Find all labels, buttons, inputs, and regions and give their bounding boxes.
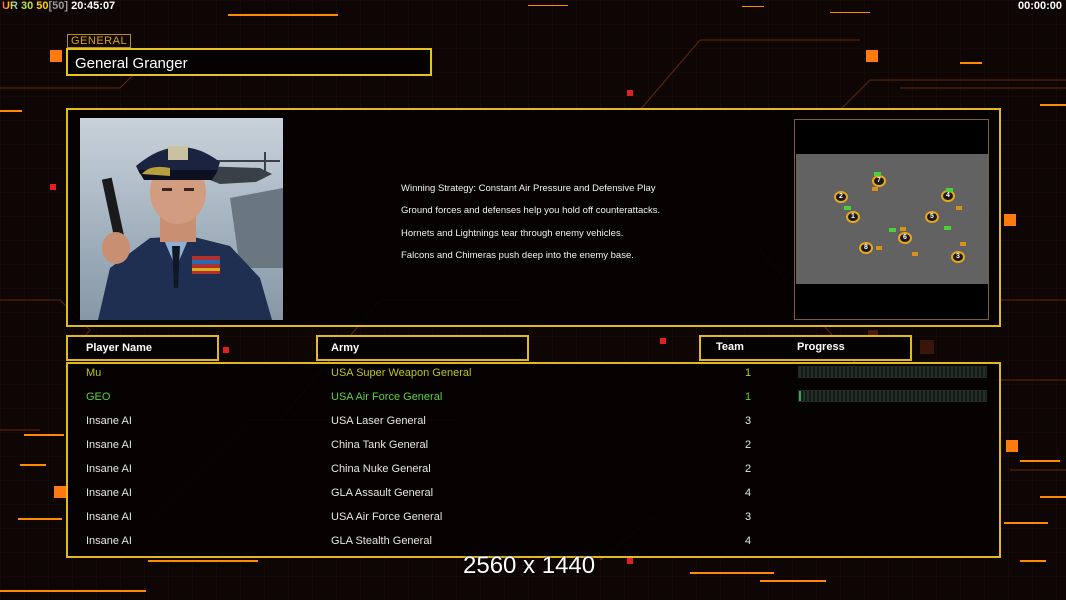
strategy-line: Falcons and Chimeras push deep into the … — [401, 249, 634, 261]
team-cell: 4 — [745, 535, 752, 547]
strategy-text: Winning Strategy: Constant Air Pressure … — [401, 178, 660, 267]
unit-marker — [900, 227, 906, 231]
spawn-marker[interactable]: 8 — [859, 242, 873, 254]
progress-bar — [798, 366, 987, 378]
army-cell: USA Air Force General — [331, 391, 443, 403]
general-tag-label: GENERAL — [67, 34, 132, 48]
player-name-cell: Insane AI — [86, 439, 132, 451]
unit-marker — [874, 172, 881, 176]
unit-marker — [960, 242, 966, 246]
army-cell: GLA Assault General — [331, 487, 434, 499]
spawn-marker[interactable]: 3 — [951, 251, 965, 263]
player-name-cell: Insane AI — [86, 487, 132, 499]
spawn-marker[interactable]: 6 — [898, 232, 912, 244]
status-bar: UR 30 50[50] 20:45:07 — [2, 0, 115, 13]
table-row[interactable]: Insane AI China Nuke General 2 — [0, 457, 1066, 481]
player-name-cell: Insane AI — [86, 535, 132, 547]
unit-marker — [912, 252, 918, 256]
column-header-progress-label: Progress — [797, 341, 845, 353]
table-row[interactable]: Mu USA Super Weapon General 1 — [0, 361, 1066, 385]
spawn-marker[interactable]: 1 — [846, 211, 860, 223]
army-cell: USA Air Force General — [331, 511, 443, 523]
spawn-marker[interactable]: 2 — [834, 191, 848, 203]
player-name-cell: Insane AI — [86, 463, 132, 475]
unit-marker — [872, 187, 878, 191]
strategy-line: Hornets and Lightnings tear through enem… — [401, 227, 624, 239]
unit-marker — [946, 188, 953, 192]
team-cell: 2 — [745, 463, 752, 475]
status-value-1: 30 — [20, 0, 34, 12]
table-row[interactable]: Insane AI USA Laser General 3 — [0, 409, 1066, 433]
team-cell: 2 — [745, 439, 752, 451]
progress-bar-fill — [799, 391, 801, 401]
strategy-line: Winning Strategy: Constant Air Pressure … — [401, 183, 656, 194]
ur-label: UR — [2, 0, 18, 12]
unit-marker — [889, 228, 896, 232]
column-header-player-label: Player Name — [86, 342, 153, 354]
player-name-cell: Insane AI — [86, 511, 132, 523]
player-name-cell: Mu — [86, 367, 102, 379]
unit-marker — [944, 226, 951, 230]
general-portrait-image — [80, 118, 283, 320]
column-header-army-label: Army — [331, 342, 360, 354]
resolution-label: 2560 x 1440 — [463, 552, 596, 579]
status-value-2: 50 — [36, 0, 49, 12]
column-header-team-progress: Team Progress — [699, 335, 912, 361]
table-row[interactable]: Insane AI GLA Stealth General 4 — [0, 529, 1066, 553]
unit-marker — [956, 206, 962, 210]
team-cell: 1 — [745, 367, 752, 379]
army-cell: USA Laser General — [331, 415, 426, 427]
table-row[interactable]: Insane AI USA Air Force General 3 — [0, 505, 1066, 529]
army-cell: China Tank General — [331, 439, 429, 451]
status-value-3: [50] — [48, 0, 69, 12]
spawn-marker[interactable]: 7 — [872, 175, 886, 187]
table-row[interactable]: Insane AI GLA Assault General 4 — [0, 481, 1066, 505]
strategy-line: Ground forces and defenses help you hold… — [401, 205, 661, 217]
column-header-army: Army — [316, 335, 529, 361]
game-timer: 00:00:00 — [1017, 0, 1062, 12]
army-cell: USA Super Weapon General — [331, 367, 472, 379]
player-name-cell: GEO — [86, 391, 111, 403]
team-cell: 3 — [745, 511, 752, 523]
unit-marker — [844, 206, 851, 210]
minimap-preview: 7 2 4 1 5 6 8 3 — [796, 154, 988, 284]
clock-label: 20:45:07 — [71, 0, 116, 12]
team-cell: 4 — [745, 487, 752, 499]
army-cell: China Nuke General — [331, 463, 431, 475]
spawn-marker[interactable]: 5 — [925, 211, 939, 223]
general-name-title: General Granger — [66, 48, 432, 76]
column-header-player: Player Name — [66, 335, 219, 361]
table-row[interactable]: Insane AI China Tank General 2 — [0, 433, 1066, 457]
player-name-cell: Insane AI — [86, 415, 132, 427]
team-cell: 1 — [745, 391, 752, 403]
column-header-team-label: Team — [716, 341, 744, 353]
table-row[interactable]: GEO USA Air Force General 1 — [0, 385, 1066, 409]
unit-marker — [876, 246, 882, 250]
army-cell: GLA Stealth General — [331, 535, 432, 547]
progress-bar — [798, 390, 987, 402]
team-cell: 3 — [745, 415, 752, 427]
